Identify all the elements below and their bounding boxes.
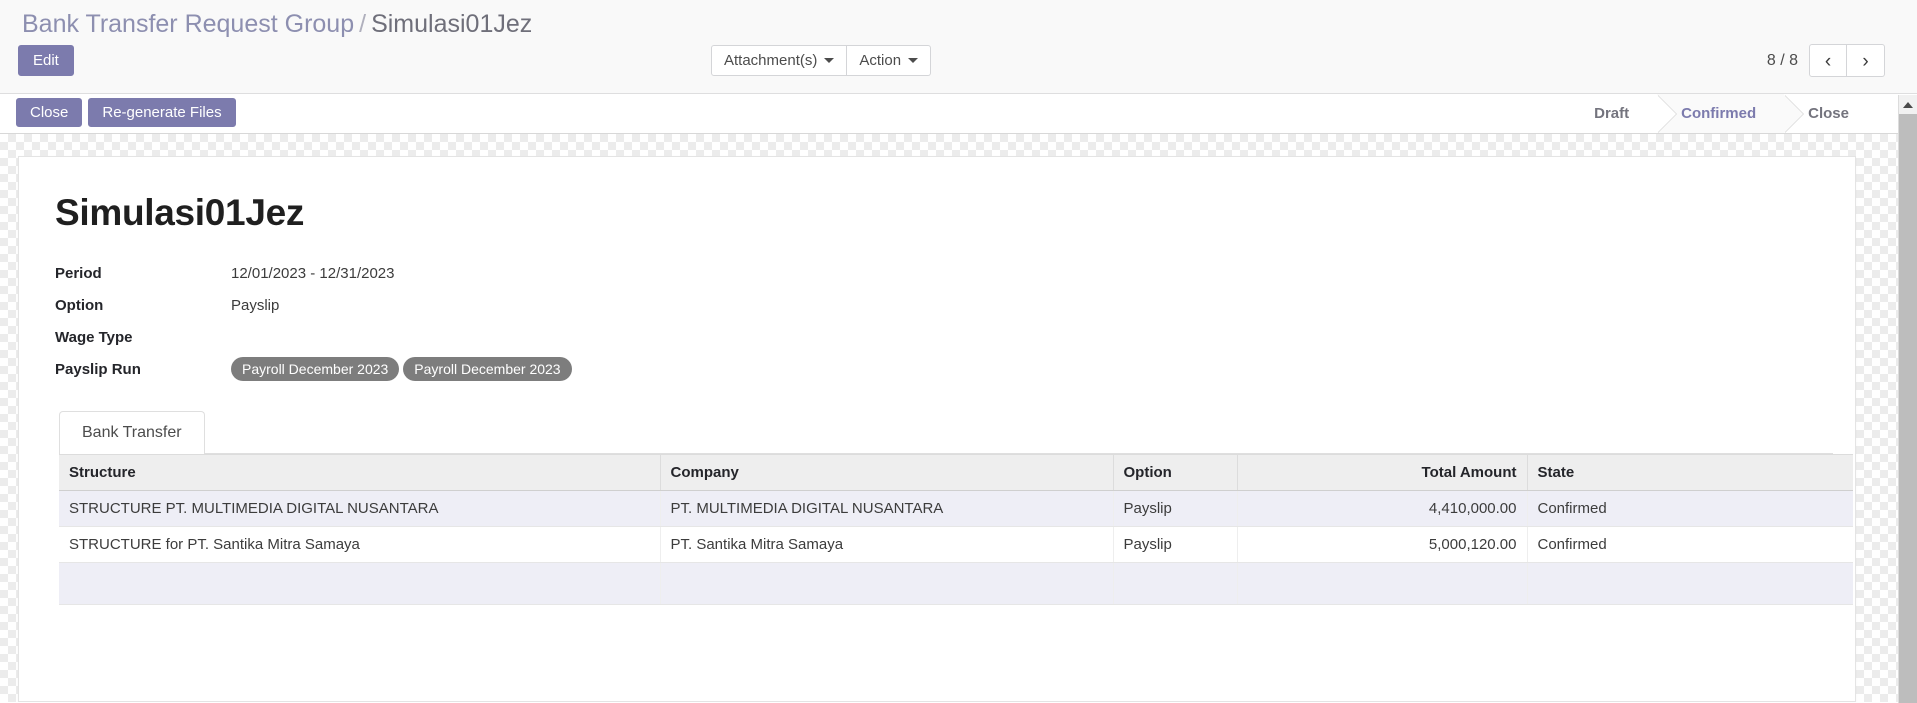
breadcrumb-separator: / xyxy=(359,10,367,38)
control-panel: Close Re-generate Files Draft Confirmed … xyxy=(0,94,1917,134)
workflow-buttons: Close Re-generate Files xyxy=(16,98,236,127)
pager-buttons: ‹ › xyxy=(1809,44,1885,77)
cell-state: Confirmed xyxy=(1527,526,1853,563)
notebook: Bank Transfer xyxy=(59,411,1833,454)
bank-transfer-table: Structure Company Option Total Amount St… xyxy=(59,454,1853,605)
regenerate-files-button[interactable]: Re-generate Files xyxy=(88,98,236,127)
cell-state: Confirmed xyxy=(1527,490,1853,527)
record-pager: 8 / 8 ‹ › xyxy=(1767,44,1885,77)
chevron-right-icon[interactable]: › xyxy=(1847,44,1885,77)
breadcrumb-current: Simulasi01Jez xyxy=(371,10,533,38)
cell-company: PT. Santika Mitra Samaya xyxy=(660,526,1114,563)
table-empty-row xyxy=(59,562,1853,605)
attachments-label: Attachment(s) xyxy=(724,52,818,69)
field-row-option: Option Payslip xyxy=(55,289,576,321)
top-breadcrumb-bar: Bank Transfer Request Group / Simulasi01Je… xyxy=(0,0,1917,94)
field-group: Period 12/01/2023 - 12/31/2023 Option Pa… xyxy=(55,257,576,385)
field-value-payslip-run: Payroll December 2023 Payroll December 20… xyxy=(231,353,576,385)
attachments-dropdown-button[interactable]: Attachment(s) xyxy=(711,45,848,76)
field-label-option: Option xyxy=(55,296,104,314)
cell-option: Payslip xyxy=(1113,526,1238,563)
odoo-form-view: Bank Transfer Request Group / Simulasi01Je… xyxy=(0,0,1917,703)
field-value-option[interactable]: Payslip xyxy=(231,289,576,321)
cell-structure: STRUCTURE for PT. Santika Mitra Samaya xyxy=(59,526,661,563)
table-header-row: Structure Company Option Total Amount St… xyxy=(59,454,1853,491)
form-sheet: Simulasi01Jez Period 12/01/2023 - 12/31/… xyxy=(18,156,1856,702)
toolbar-dropdown-group: Attachment(s) Action xyxy=(711,45,932,76)
pager-count: 8 / 8 xyxy=(1766,51,1798,69)
cell-empty xyxy=(660,562,1114,605)
action-dropdown-button[interactable]: Action xyxy=(847,45,932,76)
tag-payslip-run[interactable]: Payroll December 2023 xyxy=(403,357,572,381)
field-label-period: Period xyxy=(55,264,102,282)
field-value-wage-type[interactable] xyxy=(231,321,576,353)
tab-bank-transfer[interactable]: Bank Transfer xyxy=(59,411,205,454)
cell-empty xyxy=(59,562,661,605)
edit-button[interactable]: Edit xyxy=(18,45,74,76)
cell-company: PT. MULTIMEDIA DIGITAL NUSANTARA xyxy=(660,490,1114,527)
content-area: Simulasi01Jez Period 12/01/2023 - 12/31/… xyxy=(0,134,1917,702)
status-bar: Draft Confirmed Close xyxy=(1570,94,1877,133)
field-label-wage-type: Wage Type xyxy=(55,328,133,346)
cell-total-amount: 5,000,120.00 xyxy=(1237,526,1528,563)
column-header-company[interactable]: Company xyxy=(660,454,1114,491)
cell-total-amount: 4,410,000.00 xyxy=(1237,490,1528,527)
scrollbar-thumb[interactable] xyxy=(1899,114,1917,703)
action-label: Action xyxy=(859,52,902,69)
column-header-structure[interactable]: Structure xyxy=(59,454,661,491)
status-draft[interactable]: Draft xyxy=(1570,94,1678,133)
field-label-payslip-run: Payslip Run xyxy=(55,360,141,378)
breadcrumb: Bank Transfer Request Group / Simulasi01Je… xyxy=(22,8,532,40)
column-header-state[interactable]: State xyxy=(1527,454,1853,491)
scroll-up-arrow-icon[interactable] xyxy=(1899,95,1917,114)
notebook-tabs: Bank Transfer xyxy=(59,411,1833,454)
cell-empty xyxy=(1527,562,1853,605)
field-row-period: Period 12/01/2023 - 12/31/2023 xyxy=(55,257,576,289)
tag-payslip-run[interactable]: Payroll December 2023 xyxy=(231,357,400,381)
breadcrumb-parent-link[interactable]: Bank Transfer Request Group xyxy=(22,10,354,38)
column-header-option[interactable]: Option xyxy=(1113,454,1238,491)
vertical-scrollbar[interactable] xyxy=(1898,95,1917,703)
cell-option: Payslip xyxy=(1113,490,1238,527)
cell-structure: STRUCTURE PT. MULTIMEDIA DIGITAL NUSANTA… xyxy=(59,490,661,527)
chevron-down-icon xyxy=(824,58,835,63)
field-value-period[interactable]: 12/01/2023 - 12/31/2023 xyxy=(231,257,576,289)
chevron-left-icon[interactable]: ‹ xyxy=(1809,44,1847,77)
cell-empty xyxy=(1113,562,1238,605)
table-row[interactable]: STRUCTURE PT. MULTIMEDIA DIGITAL NUSANTA… xyxy=(59,490,1853,527)
field-row-payslip-run: Payslip Run Payroll December 2023 Payroll… xyxy=(55,353,576,385)
close-button[interactable]: Close xyxy=(16,98,83,127)
table-row[interactable]: STRUCTURE for PT. Santika Mitra Samaya P… xyxy=(59,526,1853,563)
column-header-total-amount[interactable]: Total Amount xyxy=(1237,454,1528,491)
cell-empty xyxy=(1237,562,1528,605)
page-title: Simulasi01Jez xyxy=(55,192,305,233)
field-row-wage-type: Wage Type xyxy=(55,321,576,353)
tabs-filler xyxy=(204,412,1833,454)
chevron-down-icon xyxy=(908,58,919,63)
